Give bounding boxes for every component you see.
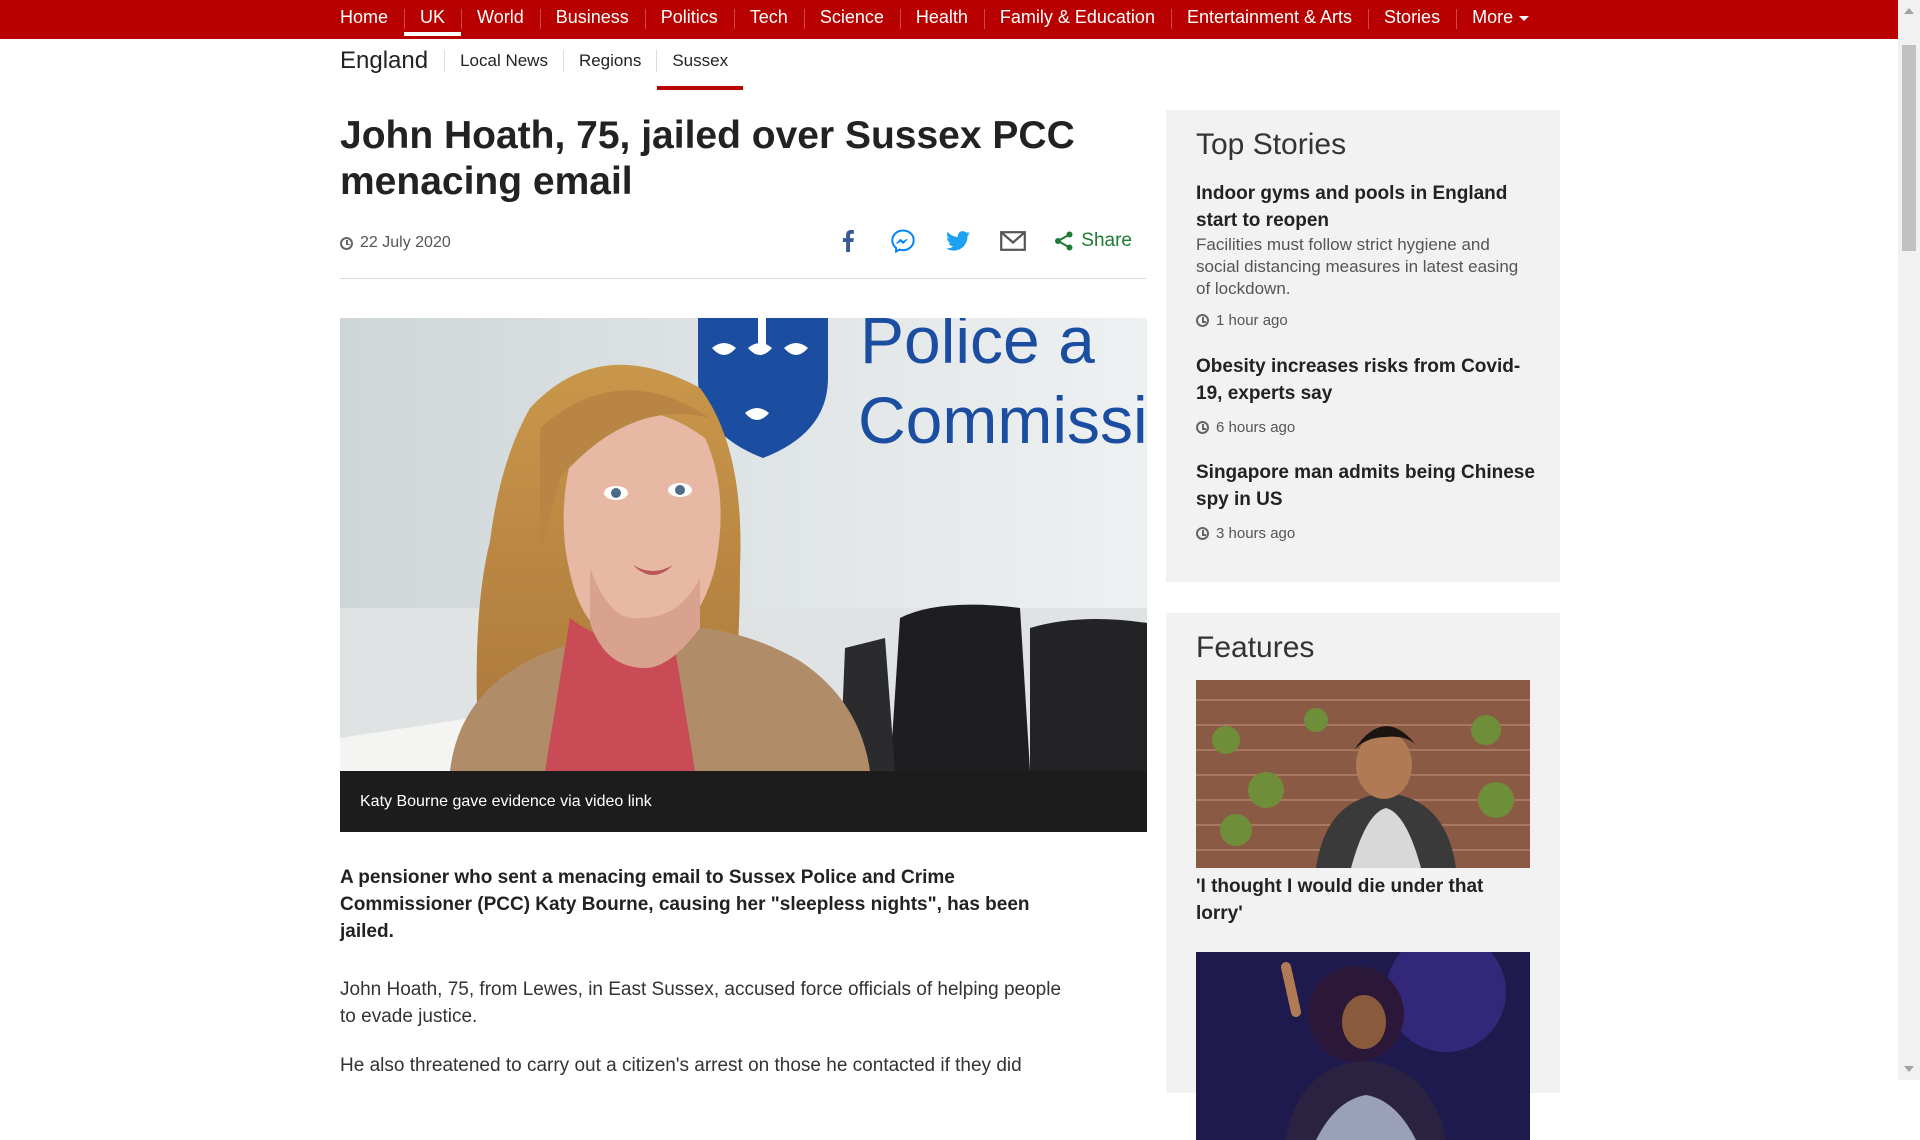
top-stories-title: Top Stories — [1196, 128, 1347, 161]
share-button[interactable]: Share — [1054, 230, 1132, 252]
top-navigation-bar: Home UK World Business Politics Tech Sci… — [0, 0, 1898, 39]
nav-tech[interactable]: Tech — [733, 0, 804, 39]
article-paragraph: He also threatened to carry out a citize… — [340, 1055, 1022, 1076]
top-story-link[interactable]: Singapore man admits being Chinese spy i… — [1196, 459, 1536, 513]
top-story-item[interactable]: Obesity increases risks from Covid-19, e… — [1196, 353, 1536, 436]
twitter-icon[interactable] — [943, 226, 973, 256]
nav-business[interactable]: Business — [539, 0, 645, 39]
subnav-regions[interactable]: Regions — [562, 50, 656, 72]
nav-politics[interactable]: Politics — [644, 0, 734, 39]
nav-more-label: More — [1472, 7, 1514, 27]
article-image-figure: Police a Commissi Katy Bourne gave evide… — [340, 318, 1147, 832]
top-story-time-text: 6 hours ago — [1216, 419, 1296, 436]
scroll-up-arrow-icon[interactable] — [1904, 8, 1914, 14]
subnav-local-news[interactable]: Local News — [445, 50, 563, 72]
article-date: 22 July 2020 — [340, 234, 451, 252]
subnav-sussex[interactable]: Sussex — [656, 50, 743, 90]
article-headline: John Hoath, 75, jailed over Sussex PCC m… — [340, 114, 1075, 203]
nav-stories[interactable]: Stories — [1368, 0, 1456, 39]
top-story-item[interactable]: Indoor gyms and pools in England start t… — [1196, 180, 1536, 329]
top-story-summary: Facilities must follow strict hygiene an… — [1196, 235, 1519, 298]
page-scrollbar[interactable] — [1898, 0, 1920, 1080]
top-stories-panel: Top Stories Indoor gyms and pools in Eng… — [1166, 110, 1560, 582]
nav-home[interactable]: Home — [324, 0, 404, 39]
scroll-down-arrow-icon[interactable] — [1904, 1066, 1914, 1072]
share-tools: Share — [808, 226, 1132, 256]
top-story-time-text: 1 hour ago — [1216, 312, 1288, 329]
share-label: Share — [1081, 230, 1132, 251]
nav-family-education[interactable]: Family & Education — [983, 0, 1171, 39]
feature-image[interactable] — [1196, 952, 1530, 1140]
top-story-link[interactable]: Indoor gyms and pools in England start t… — [1196, 180, 1536, 234]
nav-entertainment-arts[interactable]: Entertainment & Arts — [1170, 0, 1368, 39]
article-meta: 22 July 2020 Share — [340, 229, 1146, 279]
features-panel: Features 'I thought I would die under th… — [1166, 613, 1560, 1140]
top-story-time-text: 3 hours ago — [1216, 525, 1296, 542]
nav-uk[interactable]: UK — [404, 0, 462, 39]
secondary-navigation: England Local News Regions Sussex — [340, 39, 743, 90]
image-caption: Katy Bourne gave evidence via video link — [340, 771, 1147, 832]
section-title[interactable]: England — [340, 49, 446, 73]
chevron-down-icon — [1519, 15, 1530, 21]
features-title: Features — [1196, 631, 1315, 664]
email-icon[interactable] — [998, 226, 1028, 256]
top-story-timestamp: 1 hour ago — [1196, 312, 1536, 329]
top-story-link[interactable]: Obesity increases risks from Covid-19, e… — [1196, 353, 1536, 407]
nav-health[interactable]: Health — [899, 0, 984, 39]
top-story-item[interactable]: Singapore man admits being Chinese spy i… — [1196, 459, 1536, 542]
nav-science[interactable]: Science — [803, 0, 900, 39]
top-story-timestamp: 3 hours ago — [1196, 525, 1536, 542]
clock-icon — [1196, 527, 1209, 540]
facebook-icon[interactable] — [833, 226, 863, 256]
top-story-timestamp: 6 hours ago — [1196, 419, 1536, 436]
article-paragraph: John Hoath, 75, from Lewes, in East Suss… — [340, 979, 1062, 1027]
article-date-text: 22 July 2020 — [360, 234, 451, 251]
scrollbar-thumb[interactable] — [1902, 45, 1916, 251]
share-icon — [1055, 231, 1073, 251]
article-photo: Police a Commissi — [340, 318, 1147, 771]
wall-text-line2: Commissi — [858, 383, 1147, 457]
clock-icon — [1196, 314, 1209, 327]
feature-link[interactable]: 'I thought I would die under that lorry' — [1196, 873, 1530, 927]
nav-more-button[interactable]: More — [1456, 0, 1545, 39]
messenger-icon[interactable] — [888, 226, 918, 256]
nav-world[interactable]: World — [461, 0, 540, 39]
top-nav-items: Home UK World Business Politics Tech Sci… — [324, 0, 1545, 39]
wall-text-line1: Police a — [860, 318, 1095, 377]
article-intro: A pensioner who sent a menacing email to… — [340, 867, 1030, 942]
clock-icon — [340, 236, 353, 250]
clock-icon — [1196, 421, 1209, 434]
feature-image[interactable] — [1196, 680, 1530, 868]
